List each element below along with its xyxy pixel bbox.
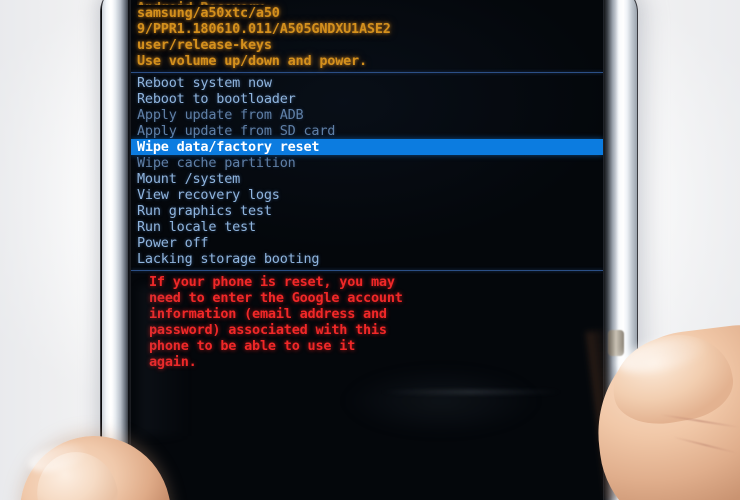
- menu-item-lacking-storage-booting[interactable]: Lacking storage booting: [137, 251, 603, 267]
- warning-line-1: If your phone is reset, you may: [149, 274, 395, 290]
- screen-reflection-edge: [139, 286, 189, 436]
- menu-item-run-locale-test[interactable]: Run locale test: [137, 219, 603, 235]
- build-device-line: samsung/a50xtc/a50: [137, 5, 280, 21]
- menu-item-view-recovery-logs[interactable]: View recovery logs: [137, 187, 603, 203]
- warning-line-3: information (email address and: [149, 306, 387, 322]
- menu-item-wipe-data-factory-reset[interactable]: Wipe data/factory reset: [131, 139, 603, 155]
- warning-line-4: password) associated with this: [149, 322, 387, 338]
- recovery-menu: Reboot system now Reboot to bootloader A…: [131, 73, 603, 267]
- build-keys-line: user/release-keys: [137, 37, 272, 53]
- screen-reflection-streak: [381, 390, 561, 394]
- warning-line-2: need to enter the Google account: [149, 290, 403, 306]
- screenshot-root: Android Recovery samsung/a50xtc/a50 9/PP…: [0, 0, 740, 500]
- warning-line-5: phone to be able to use it: [149, 338, 356, 354]
- recovery-header: Android Recovery samsung/a50xtc/a50 9/PP…: [131, 0, 603, 69]
- menu-item-reboot-system-now[interactable]: Reboot system now: [137, 75, 603, 91]
- menu-item-reboot-to-bootloader[interactable]: Reboot to bootloader: [137, 91, 603, 107]
- menu-item-wipe-cache-partition[interactable]: Wipe cache partition: [137, 155, 603, 171]
- phone-left-rail-highlight: [108, 0, 114, 500]
- build-version-line: 9/PPR1.180610.011/A505GNDXU1ASE2: [137, 21, 391, 37]
- warning-line-6: again.: [149, 354, 603, 370]
- recovery-title-clipped: Android Recovery: [137, 0, 603, 5]
- menu-item-mount-system[interactable]: Mount /system: [137, 171, 603, 187]
- phone-left-frame-rail: [102, 0, 130, 500]
- menu-item-apply-update-from-adb[interactable]: Apply update from ADB: [137, 107, 603, 123]
- menu-item-apply-update-from-sd-card[interactable]: Apply update from SD card: [137, 123, 603, 139]
- phone-screen: Android Recovery samsung/a50xtc/a50 9/PP…: [131, 0, 603, 500]
- menu-item-run-graphics-test[interactable]: Run graphics test: [137, 203, 603, 219]
- recovery-console: Android Recovery samsung/a50xtc/a50 9/PP…: [131, 0, 603, 370]
- menu-item-power-off[interactable]: Power off: [137, 235, 603, 251]
- navigation-hint-line: Use volume up/down and power.: [137, 53, 367, 69]
- factory-reset-warning: If your phone is reset, you may need to …: [131, 271, 603, 370]
- screen-reflection-blob: [341, 366, 541, 436]
